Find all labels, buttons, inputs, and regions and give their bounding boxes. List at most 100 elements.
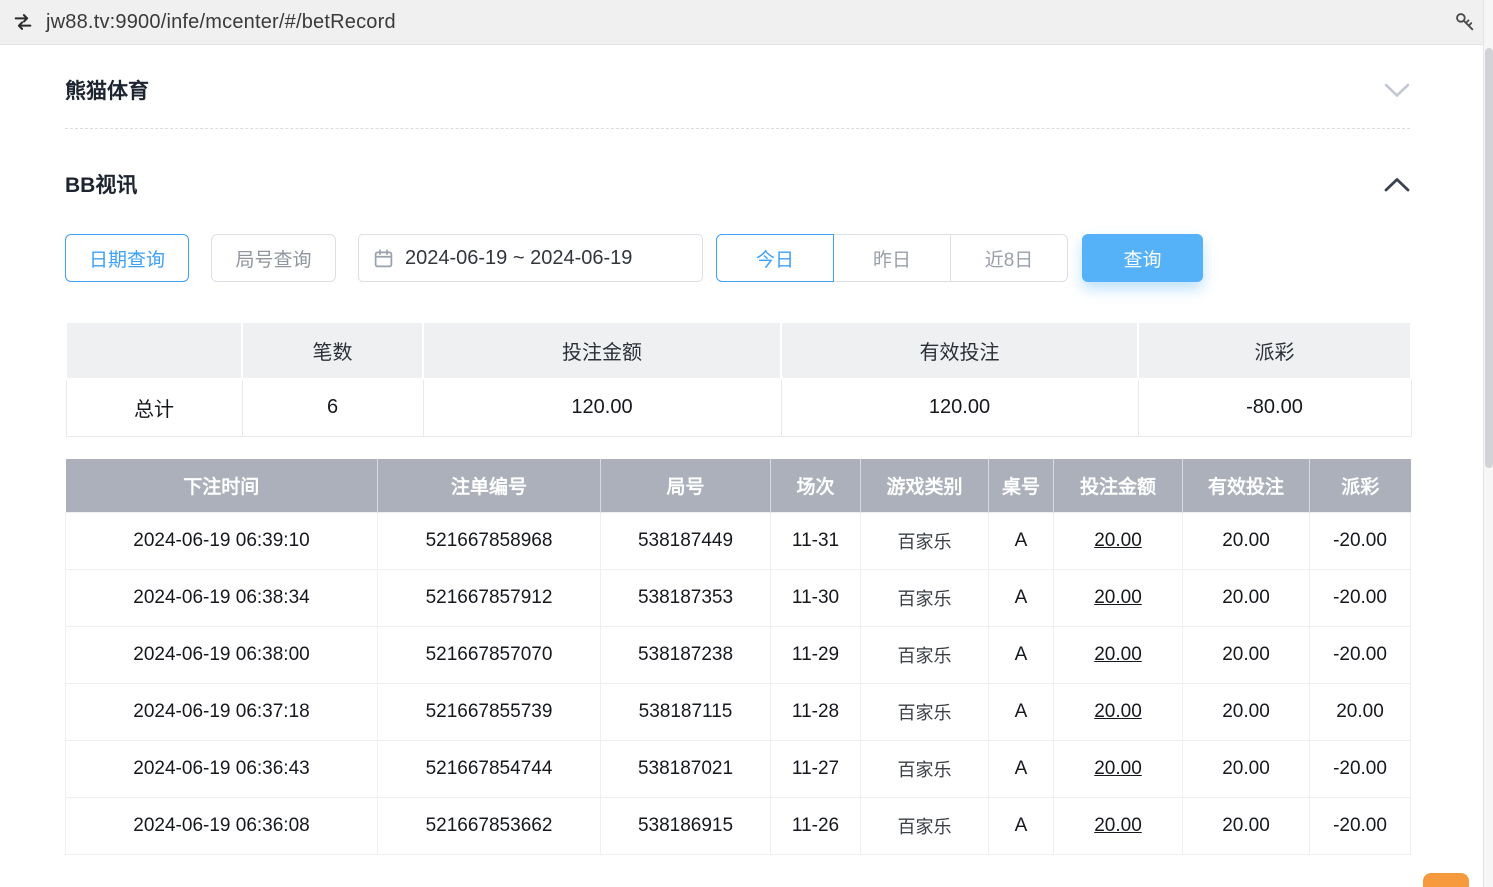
bet-time-cell: 2024-06-19 06:38:34 <box>66 570 378 627</box>
bet-time-cell: 2024-06-19 06:39:10 <box>66 513 378 570</box>
bet-time-cell: 2024-06-19 06:36:08 <box>66 798 378 855</box>
table-no-cell: A <box>989 513 1054 570</box>
section-divider <box>65 128 1410 129</box>
summary-total-label: 总计 <box>66 379 242 436</box>
game-type-cell: 百家乐 <box>861 513 989 570</box>
valid-bet-cell: 20.00 <box>1183 741 1310 798</box>
table-no-cell: A <box>989 570 1054 627</box>
valid-bet-cell: 20.00 <box>1183 627 1310 684</box>
bet-id-cell: 521667855739 <box>378 684 601 741</box>
floating-service-widget[interactable] <box>1423 873 1469 887</box>
table-row: 2024-06-19 06:36:43 521667854744 5381870… <box>66 741 1411 798</box>
round-cell: 538187449 <box>601 513 771 570</box>
table-row: 2024-06-19 06:36:08 521667853662 5381869… <box>66 798 1411 855</box>
summary-header-count: 笔数 <box>242 322 423 379</box>
summary-header-payout: 派彩 <box>1138 322 1411 379</box>
round-cell: 538187353 <box>601 570 771 627</box>
payout-cell: -20.00 <box>1310 798 1411 855</box>
header-round: 局号 <box>601 459 771 513</box>
bet-amount-link[interactable]: 20.00 <box>1054 741 1183 798</box>
game-type-cell: 百家乐 <box>861 684 989 741</box>
table-row: 2024-06-19 06:39:10 521667858968 5381874… <box>66 513 1411 570</box>
section-title-panda: 熊猫体育 <box>65 75 149 105</box>
table-no-cell: A <box>989 627 1054 684</box>
table-row: 2024-06-19 06:38:00 521667857070 5381872… <box>66 627 1411 684</box>
date-range-input[interactable]: 2024-06-19 ~ 2024-06-19 <box>358 234 703 282</box>
date-range-value: 2024-06-19 ~ 2024-06-19 <box>405 247 632 270</box>
session-cell: 11-29 <box>771 627 861 684</box>
chevron-down-icon[interactable] <box>1384 83 1410 98</box>
bet-id-cell: 521667858968 <box>378 513 601 570</box>
payout-cell: 20.00 <box>1310 684 1411 741</box>
section-panda-sports[interactable]: 熊猫体育 <box>65 69 1410 111</box>
scrollbar-thumb[interactable] <box>1485 48 1493 468</box>
bet-time-cell: 2024-06-19 06:38:00 <box>66 627 378 684</box>
header-bet-id: 注单编号 <box>378 459 601 513</box>
payout-cell: -20.00 <box>1310 627 1411 684</box>
table-no-cell: A <box>989 684 1054 741</box>
game-type-cell: 百家乐 <box>861 741 989 798</box>
header-table-no: 桌号 <box>989 459 1054 513</box>
bet-id-cell: 521667857912 <box>378 570 601 627</box>
game-type-cell: 百家乐 <box>861 570 989 627</box>
site-icon[interactable] <box>10 9 36 35</box>
bet-id-cell: 521667857070 <box>378 627 601 684</box>
summary-count-value: 6 <box>242 379 423 436</box>
round-cell: 538187238 <box>601 627 771 684</box>
summary-header-bet: 投注金额 <box>423 322 781 379</box>
header-bet-time: 下注时间 <box>66 459 378 513</box>
bet-amount-link[interactable]: 20.00 <box>1054 684 1183 741</box>
browser-address-bar[interactable]: jw88.tv:9900/infe/mcenter/#/betRecord <box>0 0 1493 45</box>
payout-cell: -20.00 <box>1310 741 1411 798</box>
header-session: 场次 <box>771 459 861 513</box>
round-cell: 538187021 <box>601 741 771 798</box>
valid-bet-cell: 20.00 <box>1183 684 1310 741</box>
summary-payout-value: -80.00 <box>1138 379 1411 436</box>
session-cell: 11-26 <box>771 798 861 855</box>
payout-cell: -20.00 <box>1310 513 1411 570</box>
session-cell: 11-31 <box>771 513 861 570</box>
summary-table: 笔数 投注金额 有效投注 派彩 总计 6 120.00 120.00 -80.0… <box>65 321 1412 437</box>
bet-record-table: 下注时间 注单编号 局号 场次 游戏类别 桌号 投注金额 有效投注 派彩 202… <box>65 459 1411 856</box>
valid-bet-cell: 20.00 <box>1183 570 1310 627</box>
summary-header-row: 笔数 投注金额 有效投注 派彩 <box>66 322 1411 379</box>
bet-id-cell: 521667853662 <box>378 798 601 855</box>
today-button[interactable]: 今日 <box>716 234 834 282</box>
summary-header-valid: 有效投注 <box>781 322 1138 379</box>
last-8-days-button[interactable]: 近8日 <box>950 234 1068 282</box>
table-no-cell: A <box>989 741 1054 798</box>
quick-range-group: 今日 昨日 近8日 <box>716 234 1068 282</box>
bet-amount-link[interactable]: 20.00 <box>1054 627 1183 684</box>
session-cell: 11-28 <box>771 684 861 741</box>
summary-header-blank <box>66 322 242 379</box>
header-game-type: 游戏类别 <box>861 459 989 513</box>
main-content: 熊猫体育 BB视讯 日期查询 局号查询 2024-06-19 ~ 2 <box>0 69 1493 855</box>
payout-cell: -20.00 <box>1310 570 1411 627</box>
valid-bet-cell: 20.00 <box>1183 798 1310 855</box>
header-payout: 派彩 <box>1310 459 1411 513</box>
bet-table-header-row: 下注时间 注单编号 局号 场次 游戏类别 桌号 投注金额 有效投注 派彩 <box>66 459 1411 513</box>
bet-table-body: 2024-06-19 06:39:10 521667858968 5381874… <box>66 513 1411 855</box>
chevron-up-icon[interactable] <box>1384 177 1410 192</box>
header-bet-amount: 投注金额 <box>1054 459 1183 513</box>
yesterday-button[interactable]: 昨日 <box>833 234 951 282</box>
vertical-scrollbar[interactable] <box>1483 0 1493 887</box>
table-no-cell: A <box>989 798 1054 855</box>
summary-bet-value: 120.00 <box>423 379 781 436</box>
round-cell: 538187115 <box>601 684 771 741</box>
bet-time-cell: 2024-06-19 06:37:18 <box>66 684 378 741</box>
bet-amount-link[interactable]: 20.00 <box>1054 570 1183 627</box>
date-query-button[interactable]: 日期查询 <box>65 234 189 282</box>
bet-id-cell: 521667854744 <box>378 741 601 798</box>
bet-amount-link[interactable]: 20.00 <box>1054 798 1183 855</box>
section-bb-video[interactable]: BB视讯 <box>65 163 1410 205</box>
key-icon[interactable] <box>1453 10 1477 34</box>
section-title-bb: BB视讯 <box>65 169 137 199</box>
url-text[interactable]: jw88.tv:9900/infe/mcenter/#/betRecord <box>46 11 396 34</box>
search-button[interactable]: 查询 <box>1082 234 1203 282</box>
session-cell: 11-30 <box>771 570 861 627</box>
round-query-button[interactable]: 局号查询 <box>211 234 336 282</box>
calendar-icon <box>373 248 394 269</box>
bet-amount-link[interactable]: 20.00 <box>1054 513 1183 570</box>
bet-time-cell: 2024-06-19 06:36:43 <box>66 741 378 798</box>
